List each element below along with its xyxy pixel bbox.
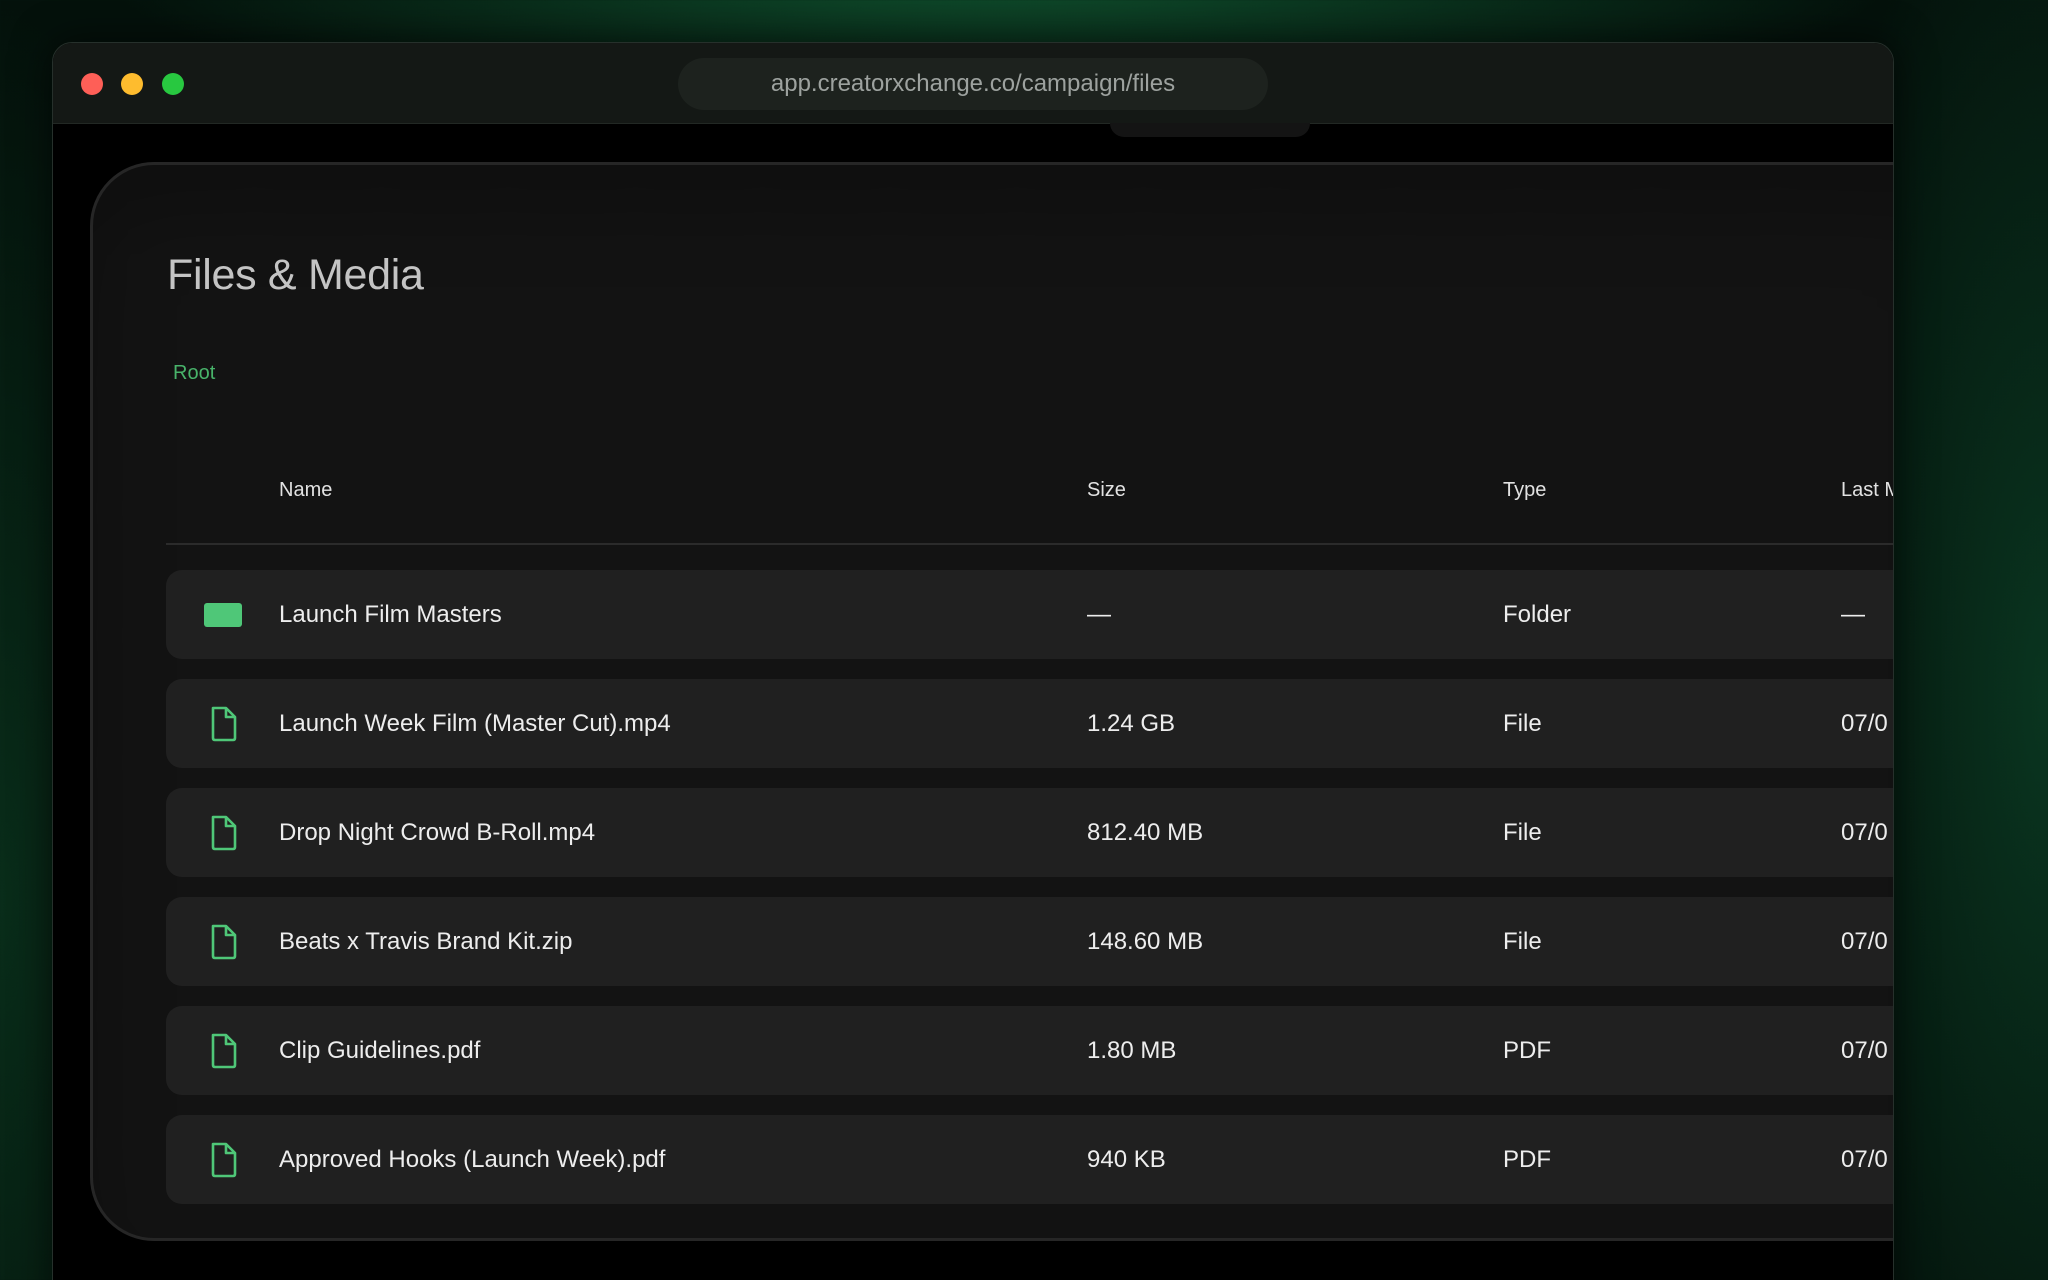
row-type: File bbox=[1503, 819, 1542, 846]
row-type: File bbox=[1503, 928, 1542, 955]
row-size: — bbox=[1087, 601, 1111, 628]
row-type: PDF bbox=[1503, 1146, 1551, 1173]
address-bar[interactable]: app.creatorxchange.co/campaign/files bbox=[678, 58, 1268, 110]
table-row[interactable]: Drop Night Crowd B-Roll.mp4 812.40 MB Fi… bbox=[166, 788, 1893, 877]
files-panel: Files & Media Root Name Size Type Last M… bbox=[90, 162, 1893, 1241]
browser-window: app.creatorxchange.co/campaign/files Fil… bbox=[52, 42, 1894, 1280]
table-row[interactable]: Launch Film Masters — Folder — bbox=[166, 570, 1893, 659]
header-divider bbox=[166, 543, 1893, 545]
table-row[interactable]: Approved Hooks (Launch Week).pdf 940 KB … bbox=[166, 1115, 1893, 1204]
row-size: 148.60 MB bbox=[1087, 928, 1204, 955]
row-modified: — bbox=[1841, 601, 1865, 628]
browser-titlebar: app.creatorxchange.co/campaign/files bbox=[53, 43, 1893, 124]
row-name: Drop Night Crowd B-Roll.mp4 bbox=[279, 819, 596, 846]
file-icon bbox=[204, 705, 244, 743]
row-type: File bbox=[1503, 710, 1542, 737]
row-modified: 07/0 bbox=[1841, 710, 1888, 737]
breadcrumb-root[interactable]: Root bbox=[173, 362, 215, 385]
page-title: Files & Media bbox=[167, 251, 424, 299]
column-header-size[interactable]: Size bbox=[1087, 479, 1126, 502]
row-modified: 07/0 bbox=[1841, 1146, 1888, 1173]
row-type: Folder bbox=[1503, 601, 1572, 628]
file-icon bbox=[204, 1032, 244, 1070]
top-nav-pill bbox=[1110, 123, 1310, 137]
close-window-button[interactable] bbox=[81, 73, 103, 95]
row-name: Clip Guidelines.pdf bbox=[279, 1037, 481, 1064]
file-icon bbox=[204, 814, 244, 852]
row-size: 940 KB bbox=[1087, 1146, 1166, 1173]
row-name: Approved Hooks (Launch Week).pdf bbox=[279, 1146, 666, 1173]
folder-icon bbox=[204, 596, 244, 634]
column-header-name[interactable]: Name bbox=[279, 479, 332, 502]
file-icon bbox=[204, 923, 244, 961]
minimize-window-button[interactable] bbox=[121, 73, 143, 95]
row-name: Launch Film Masters bbox=[279, 601, 502, 628]
maximize-window-button[interactable] bbox=[162, 73, 184, 95]
column-header-last-modified[interactable]: Last M bbox=[1841, 479, 1893, 502]
table-row[interactable]: Launch Week Film (Master Cut).mp4 1.24 G… bbox=[166, 679, 1893, 768]
table-row[interactable]: Clip Guidelines.pdf 1.80 MB PDF 07/0 bbox=[166, 1006, 1893, 1095]
column-header-type[interactable]: Type bbox=[1503, 479, 1546, 502]
row-name: Launch Week Film (Master Cut).mp4 bbox=[279, 710, 671, 737]
row-type: PDF bbox=[1503, 1037, 1551, 1064]
row-size: 812.40 MB bbox=[1087, 819, 1204, 846]
row-size: 1.80 MB bbox=[1087, 1037, 1177, 1064]
row-size: 1.24 GB bbox=[1087, 710, 1176, 737]
file-icon bbox=[204, 1141, 244, 1179]
row-name: Beats x Travis Brand Kit.zip bbox=[279, 928, 573, 955]
row-modified: 07/0 bbox=[1841, 928, 1888, 955]
table-row[interactable]: Beats x Travis Brand Kit.zip 148.60 MB F… bbox=[166, 897, 1893, 986]
row-modified: 07/0 bbox=[1841, 1037, 1888, 1064]
row-modified: 07/0 bbox=[1841, 819, 1888, 846]
